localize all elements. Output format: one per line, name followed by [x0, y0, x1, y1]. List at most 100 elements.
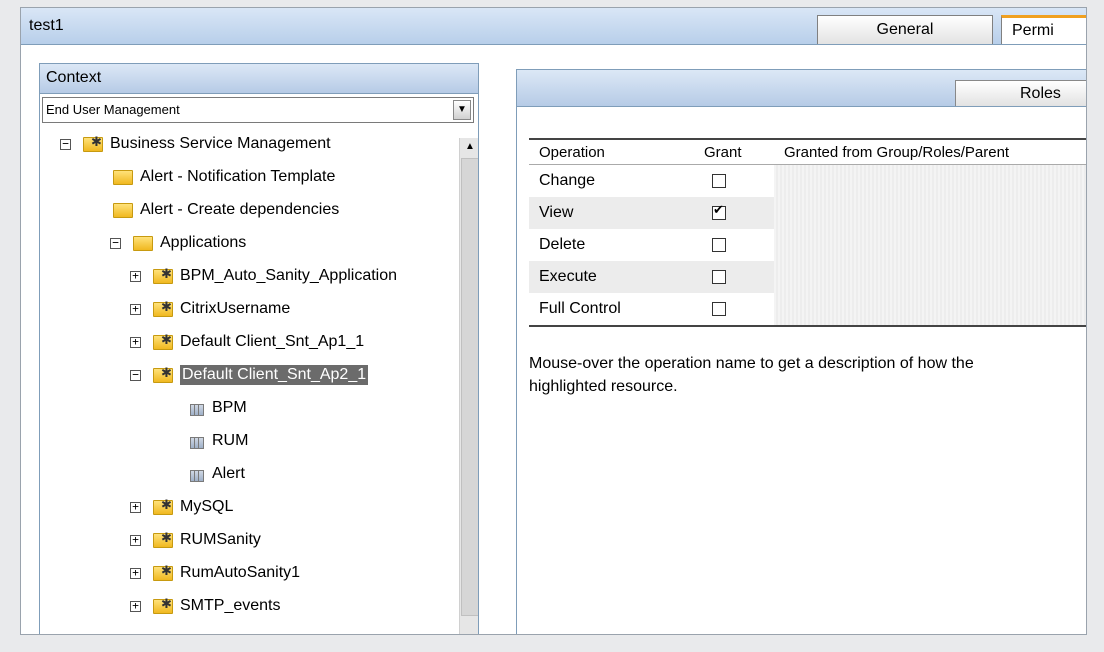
tree-node-label: BPM: [212, 399, 247, 416]
folder-star-icon: [83, 134, 103, 152]
expand-icon[interactable]: +: [130, 270, 141, 282]
table-row: Change: [529, 164, 1086, 198]
operation-name[interactable]: Delete: [529, 229, 694, 261]
tree-node[interactable]: + RumAutoSanity1: [130, 561, 300, 585]
tree-node-label: Default Client_Snt_Ap2_1: [180, 365, 369, 385]
tree-node[interactable]: + BPM_Auto_Sanity_Application: [130, 264, 397, 288]
folder-star-icon: [153, 596, 173, 614]
scroll-up-icon[interactable]: ▲: [461, 138, 478, 156]
tree-node-label: Business Service Management: [110, 135, 331, 152]
tree-node-label: MySQL: [180, 498, 234, 515]
operations-table: Operation Grant Granted from Group/Roles…: [529, 138, 1086, 327]
expand-icon[interactable]: +: [130, 501, 141, 513]
tab-general[interactable]: General: [817, 15, 993, 44]
monitor-icon: [190, 404, 204, 416]
grant-cell: [694, 261, 774, 293]
granted-from-cell: [774, 229, 1086, 261]
window-title: test1: [29, 17, 64, 34]
operation-name[interactable]: Full Control: [529, 293, 694, 327]
dropdown-arrow-icon[interactable]: ▼: [453, 100, 471, 120]
permissions-header: Roles: [517, 70, 1086, 107]
tree-node[interactable]: − Applications: [110, 231, 246, 255]
folder-icon: [113, 169, 133, 185]
expand-icon[interactable]: +: [130, 534, 141, 546]
operation-name[interactable]: View: [529, 197, 694, 229]
tree-node[interactable]: + SMTP_events: [130, 594, 280, 618]
collapse-icon[interactable]: −: [110, 237, 121, 249]
grant-cell: [694, 197, 774, 229]
table-row: Delete: [529, 229, 1086, 261]
expand-icon[interactable]: +: [130, 567, 141, 579]
column-grant: Grant: [694, 138, 774, 165]
granted-from-cell: [774, 197, 1086, 229]
tree-node[interactable]: − Default Client_Snt_Ap2_1: [130, 363, 369, 387]
folder-star-icon: [153, 563, 173, 581]
folder-icon: [113, 202, 133, 218]
folder-star-icon: [153, 332, 173, 350]
monitor-icon: [190, 437, 204, 449]
grant-cell: [694, 165, 774, 198]
help-text-line-2: highlighted resource.: [529, 378, 678, 395]
grant-checkbox[interactable]: [712, 237, 726, 252]
tree-node[interactable]: + MySQL: [130, 495, 233, 519]
tree-node[interactable]: Alert: [190, 462, 245, 486]
table-row: Full Control: [529, 293, 1086, 327]
tree-node-label: BPM_Auto_Sanity_Application: [180, 267, 398, 284]
grant-cell: [694, 229, 774, 261]
scrollbar-thumb[interactable]: [461, 158, 478, 616]
tab-roles[interactable]: Roles: [955, 80, 1086, 106]
tree-node-label: RumAutoSanity1: [180, 564, 301, 581]
operation-name[interactable]: Change: [529, 165, 694, 198]
context-dropdown[interactable]: End User Management ▼: [42, 97, 474, 123]
permissions-window: test1 General Permi Context End User Man…: [20, 7, 1087, 635]
grant-checkbox[interactable]: [712, 203, 726, 220]
folder-star-icon: [153, 365, 173, 383]
table-row: View: [529, 197, 1086, 229]
granted-from-cell: [774, 293, 1086, 327]
tree-node[interactable]: − Business Service Management: [60, 132, 331, 156]
permissions-panel: Roles Operation Grant Granted from Group…: [516, 69, 1086, 634]
folder-star-icon: [153, 266, 173, 284]
expand-icon[interactable]: +: [130, 336, 141, 348]
tree-node[interactable]: + RUMSanity: [130, 528, 261, 552]
context-dropdown-value: End User Management: [46, 102, 180, 117]
folder-star-icon: [153, 497, 173, 515]
tree-node[interactable]: BPM: [190, 396, 247, 420]
tree-node[interactable]: Alert - Create dependencies: [113, 198, 339, 222]
tree-node[interactable]: RUM: [190, 429, 248, 453]
tree-node-label: RUMSanity: [180, 531, 261, 548]
tree-node[interactable]: Alert - Notification Template: [113, 165, 335, 189]
tree-node[interactable]: + CitrixUsername: [130, 297, 290, 321]
folder-star-icon: [153, 530, 173, 548]
tree-node-label: Default Client_Snt_Ap1_1: [180, 333, 365, 350]
collapse-icon[interactable]: −: [130, 369, 141, 381]
grant-checkbox[interactable]: [712, 269, 726, 284]
grant-checkbox[interactable]: [712, 301, 726, 316]
context-header: Context: [40, 64, 478, 94]
tree-node-label: Alert: [212, 465, 245, 482]
table-header-row: Operation Grant Granted from Group/Roles…: [529, 138, 1086, 165]
help-text-line-1: Mouse-over the operation name to get a d…: [529, 355, 974, 372]
resource-tree: − Business Service Management Alert - Noti…: [40, 132, 440, 634]
column-operation: Operation: [529, 138, 694, 165]
folder-icon: [133, 235, 153, 251]
tree-node[interactable]: + Default Client_Snt_Ap1_1: [130, 330, 364, 354]
granted-from-cell: [774, 261, 1086, 293]
tree-node-label: CitrixUsername: [180, 300, 291, 317]
expand-icon[interactable]: +: [130, 303, 141, 315]
tree-node-label: RUM: [212, 432, 249, 449]
title-bar: test1 General Permi: [21, 8, 1086, 45]
tree-scrollbar[interactable]: ▲: [459, 138, 478, 634]
tree-node-label: Alert - Notification Template: [140, 168, 336, 185]
column-granted-from: Granted from Group/Roles/Parent: [774, 138, 1086, 165]
help-text: Mouse-over the operation name to get a d…: [529, 352, 1086, 398]
operation-name[interactable]: Execute: [529, 261, 694, 293]
tab-permissions[interactable]: Permi: [1001, 15, 1086, 44]
tree-node-label: Applications: [160, 234, 247, 251]
expand-icon[interactable]: +: [130, 600, 141, 612]
grant-cell: [694, 293, 774, 327]
grant-checkbox[interactable]: [712, 173, 726, 188]
collapse-icon[interactable]: −: [60, 138, 71, 150]
tree-node-label: SMTP_events: [180, 597, 281, 614]
table-row: Execute: [529, 261, 1086, 293]
